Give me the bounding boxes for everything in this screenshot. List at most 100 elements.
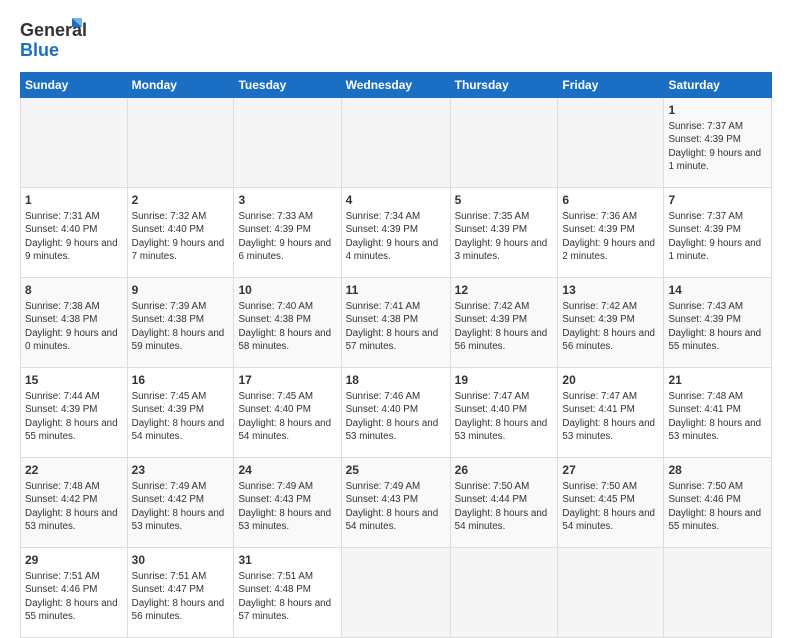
calendar-cell: 3Sunrise: 7:33 AMSunset: 4:39 PMDaylight…: [234, 188, 341, 278]
calendar-cell: 23Sunrise: 7:49 AMSunset: 4:42 PMDayligh…: [127, 458, 234, 548]
day-info: Sunrise: 7:45 AMSunset: 4:39 PMDaylight:…: [132, 390, 230, 444]
day-info: Sunrise: 7:34 AMSunset: 4:39 PMDaylight:…: [346, 210, 446, 264]
svg-text:Blue: Blue: [20, 40, 59, 60]
calendar-cell: 18Sunrise: 7:46 AMSunset: 4:40 PMDayligh…: [341, 368, 450, 458]
day-info: Sunrise: 7:47 AMSunset: 4:40 PMDaylight:…: [455, 390, 554, 444]
day-number: 2: [132, 192, 230, 209]
calendar-cell: [21, 98, 128, 188]
day-info: Sunrise: 7:38 AMSunset: 4:38 PMDaylight:…: [25, 300, 123, 354]
day-info: Sunrise: 7:49 AMSunset: 4:43 PMDaylight:…: [346, 480, 446, 534]
day-number: 25: [346, 462, 446, 479]
day-number: 24: [238, 462, 336, 479]
day-info: Sunrise: 7:37 AMSunset: 4:39 PMDaylight:…: [668, 120, 767, 174]
day-number: 26: [455, 462, 554, 479]
calendar-cell: 19Sunrise: 7:47 AMSunset: 4:40 PMDayligh…: [450, 368, 558, 458]
day-number: 13: [562, 282, 659, 299]
calendar-cell: 22Sunrise: 7:48 AMSunset: 4:42 PMDayligh…: [21, 458, 128, 548]
logo: GeneralBlue: [20, 16, 90, 62]
day-number: 22: [25, 462, 123, 479]
calendar-cell: 28Sunrise: 7:50 AMSunset: 4:46 PMDayligh…: [664, 458, 772, 548]
day-info: Sunrise: 7:35 AMSunset: 4:39 PMDaylight:…: [455, 210, 554, 264]
day-header: Thursday: [450, 73, 558, 98]
day-number: 29: [25, 552, 123, 569]
page: GeneralBlue SundayMondayTuesdayWednesday…: [0, 0, 792, 612]
day-number: 5: [455, 192, 554, 209]
calendar-header-row: SundayMondayTuesdayWednesdayThursdayFrid…: [21, 73, 772, 98]
day-info: Sunrise: 7:43 AMSunset: 4:39 PMDaylight:…: [668, 300, 767, 354]
day-number: 10: [238, 282, 336, 299]
day-info: Sunrise: 7:50 AMSunset: 4:45 PMDaylight:…: [562, 480, 659, 534]
day-number: 23: [132, 462, 230, 479]
day-number: 28: [668, 462, 767, 479]
day-header: Tuesday: [234, 73, 341, 98]
logo-svg: GeneralBlue: [20, 16, 90, 62]
calendar-week-row: 1Sunrise: 7:37 AMSunset: 4:39 PMDaylight…: [21, 98, 772, 188]
calendar-cell: 4Sunrise: 7:34 AMSunset: 4:39 PMDaylight…: [341, 188, 450, 278]
calendar-cell: 29Sunrise: 7:51 AMSunset: 4:46 PMDayligh…: [21, 548, 128, 638]
day-info: Sunrise: 7:37 AMSunset: 4:39 PMDaylight:…: [668, 210, 767, 264]
day-header: Wednesday: [341, 73, 450, 98]
day-number: 18: [346, 372, 446, 389]
day-number: 16: [132, 372, 230, 389]
calendar-cell: 6Sunrise: 7:36 AMSunset: 4:39 PMDaylight…: [558, 188, 664, 278]
calendar-week-row: 8Sunrise: 7:38 AMSunset: 4:38 PMDaylight…: [21, 278, 772, 368]
calendar-cell: 1Sunrise: 7:37 AMSunset: 4:39 PMDaylight…: [664, 98, 772, 188]
day-info: Sunrise: 7:42 AMSunset: 4:39 PMDaylight:…: [562, 300, 659, 354]
day-number: 21: [668, 372, 767, 389]
calendar-cell: 26Sunrise: 7:50 AMSunset: 4:44 PMDayligh…: [450, 458, 558, 548]
day-info: Sunrise: 7:45 AMSunset: 4:40 PMDaylight:…: [238, 390, 336, 444]
day-info: Sunrise: 7:49 AMSunset: 4:42 PMDaylight:…: [132, 480, 230, 534]
calendar-cell: 20Sunrise: 7:47 AMSunset: 4:41 PMDayligh…: [558, 368, 664, 458]
day-number: 15: [25, 372, 123, 389]
calendar-week-row: 29Sunrise: 7:51 AMSunset: 4:46 PMDayligh…: [21, 548, 772, 638]
calendar-cell: 2Sunrise: 7:32 AMSunset: 4:40 PMDaylight…: [127, 188, 234, 278]
day-info: Sunrise: 7:51 AMSunset: 4:46 PMDaylight:…: [25, 570, 123, 624]
calendar-cell: 24Sunrise: 7:49 AMSunset: 4:43 PMDayligh…: [234, 458, 341, 548]
day-info: Sunrise: 7:51 AMSunset: 4:47 PMDaylight:…: [132, 570, 230, 624]
day-number: 1: [25, 192, 123, 209]
calendar-week-row: 22Sunrise: 7:48 AMSunset: 4:42 PMDayligh…: [21, 458, 772, 548]
day-info: Sunrise: 7:50 AMSunset: 4:46 PMDaylight:…: [668, 480, 767, 534]
calendar-cell: 27Sunrise: 7:50 AMSunset: 4:45 PMDayligh…: [558, 458, 664, 548]
day-number: 8: [25, 282, 123, 299]
calendar-cell: [558, 98, 664, 188]
day-info: Sunrise: 7:33 AMSunset: 4:39 PMDaylight:…: [238, 210, 336, 264]
calendar-cell: 7Sunrise: 7:37 AMSunset: 4:39 PMDaylight…: [664, 188, 772, 278]
calendar-cell: [450, 548, 558, 638]
calendar-cell: 1Sunrise: 7:31 AMSunset: 4:40 PMDaylight…: [21, 188, 128, 278]
day-number: 17: [238, 372, 336, 389]
day-info: Sunrise: 7:50 AMSunset: 4:44 PMDaylight:…: [455, 480, 554, 534]
day-number: 4: [346, 192, 446, 209]
calendar-cell: 12Sunrise: 7:42 AMSunset: 4:39 PMDayligh…: [450, 278, 558, 368]
day-info: Sunrise: 7:36 AMSunset: 4:39 PMDaylight:…: [562, 210, 659, 264]
calendar: SundayMondayTuesdayWednesdayThursdayFrid…: [20, 72, 772, 638]
day-number: 20: [562, 372, 659, 389]
day-info: Sunrise: 7:40 AMSunset: 4:38 PMDaylight:…: [238, 300, 336, 354]
day-info: Sunrise: 7:51 AMSunset: 4:48 PMDaylight:…: [238, 570, 336, 624]
calendar-cell: 9Sunrise: 7:39 AMSunset: 4:38 PMDaylight…: [127, 278, 234, 368]
day-header: Saturday: [664, 73, 772, 98]
day-header: Sunday: [21, 73, 128, 98]
day-number: 30: [132, 552, 230, 569]
day-info: Sunrise: 7:31 AMSunset: 4:40 PMDaylight:…: [25, 210, 123, 264]
calendar-cell: [558, 548, 664, 638]
day-number: 31: [238, 552, 336, 569]
day-info: Sunrise: 7:47 AMSunset: 4:41 PMDaylight:…: [562, 390, 659, 444]
day-number: 1: [668, 102, 767, 119]
calendar-cell: 15Sunrise: 7:44 AMSunset: 4:39 PMDayligh…: [21, 368, 128, 458]
calendar-cell: 30Sunrise: 7:51 AMSunset: 4:47 PMDayligh…: [127, 548, 234, 638]
calendar-cell: [664, 548, 772, 638]
day-number: 12: [455, 282, 554, 299]
day-info: Sunrise: 7:49 AMSunset: 4:43 PMDaylight:…: [238, 480, 336, 534]
calendar-cell: 21Sunrise: 7:48 AMSunset: 4:41 PMDayligh…: [664, 368, 772, 458]
calendar-cell: 8Sunrise: 7:38 AMSunset: 4:38 PMDaylight…: [21, 278, 128, 368]
day-number: 3: [238, 192, 336, 209]
day-number: 11: [346, 282, 446, 299]
day-info: Sunrise: 7:39 AMSunset: 4:38 PMDaylight:…: [132, 300, 230, 354]
calendar-cell: 14Sunrise: 7:43 AMSunset: 4:39 PMDayligh…: [664, 278, 772, 368]
header: GeneralBlue: [20, 16, 772, 62]
day-number: 7: [668, 192, 767, 209]
calendar-cell: 17Sunrise: 7:45 AMSunset: 4:40 PMDayligh…: [234, 368, 341, 458]
day-info: Sunrise: 7:41 AMSunset: 4:38 PMDaylight:…: [346, 300, 446, 354]
day-info: Sunrise: 7:32 AMSunset: 4:40 PMDaylight:…: [132, 210, 230, 264]
